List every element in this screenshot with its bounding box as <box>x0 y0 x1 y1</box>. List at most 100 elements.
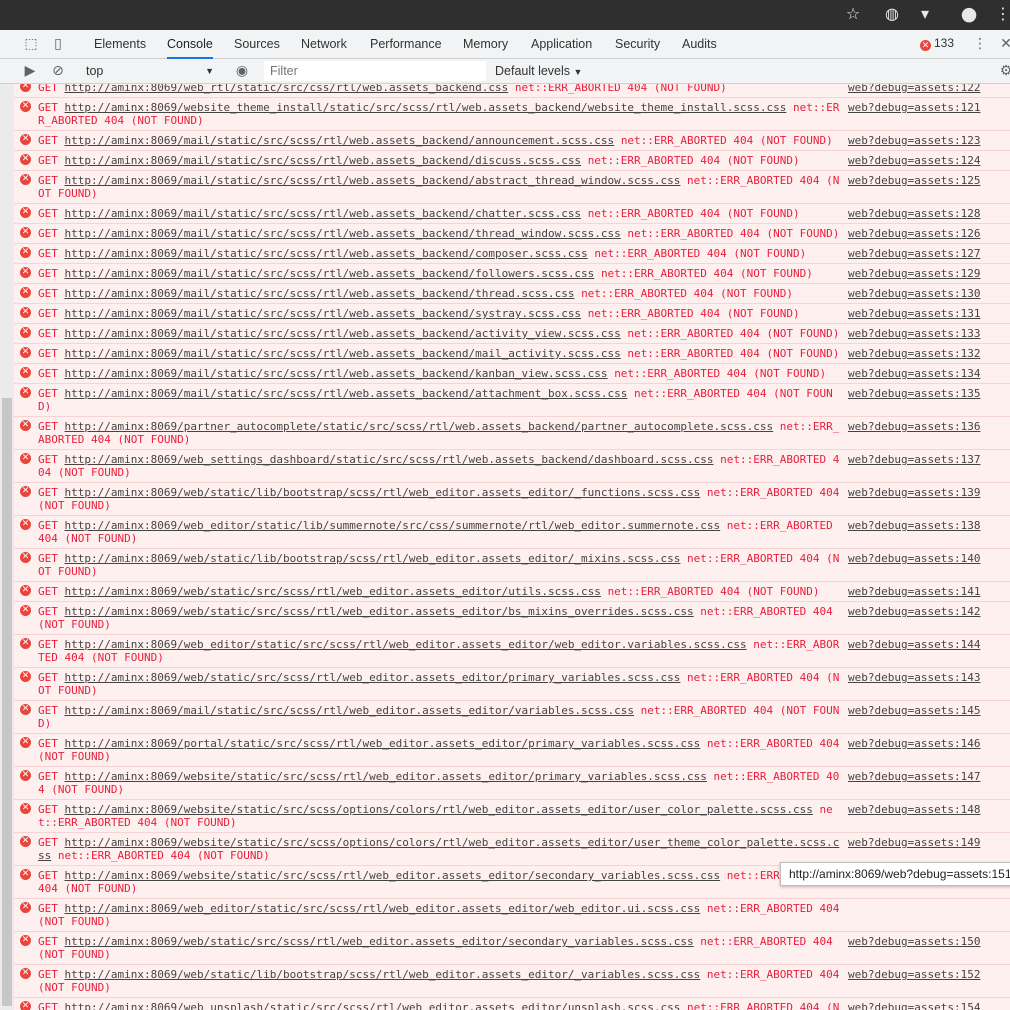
console-filter-input[interactable] <box>264 61 486 81</box>
source-location-link[interactable]: web?debug=assets:154 <box>848 1001 980 1010</box>
request-url-link[interactable]: http://aminx:8069/mail/static/src/scss/r… <box>65 227 621 240</box>
source-location-link[interactable]: web?debug=assets:152 <box>848 968 980 981</box>
inspect-element-icon[interactable]: ⬚ <box>21 34 41 54</box>
tab-network[interactable]: Network <box>301 30 347 59</box>
devtools-menu-icon[interactable]: ⋮ <box>970 34 990 54</box>
console-error-message[interactable]: ✕ GET http://aminx:8069/mail/static/src/s… <box>14 304 1010 324</box>
request-url-link[interactable]: http://aminx:8069/web/static/lib/bootstr… <box>65 486 701 499</box>
close-devtools-icon[interactable]: ✕ <box>996 34 1010 54</box>
request-url-link[interactable]: http://aminx:8069/mail/static/src/scss/r… <box>65 347 621 360</box>
console-error-message[interactable]: ✕ GET http://aminx:8069/mail/static/src/s… <box>14 204 1010 224</box>
request-url-link[interactable]: http://aminx:8069/portal/static/src/scss… <box>65 737 701 750</box>
translate-globe-icon[interactable]: ◍ <box>881 3 903 25</box>
source-location-link[interactable]: web?debug=assets:125 <box>848 174 980 187</box>
console-error-message[interactable]: ✕ GET http://aminx:8069/web/static/lib/bo… <box>14 549 1010 582</box>
live-expression-eye-icon[interactable]: ◉ <box>232 61 252 81</box>
request-url-link[interactable]: http://aminx:8069/web_rtl/static/src/css… <box>65 84 509 94</box>
source-location-link[interactable]: web?debug=assets:146 <box>848 737 980 750</box>
browser-menu-icon[interactable]: ⋮ <box>992 3 1010 25</box>
source-location-link[interactable]: web?debug=assets:150 <box>848 935 980 948</box>
source-location-link[interactable]: web?debug=assets:123 <box>848 134 980 147</box>
request-url-link[interactable]: http://aminx:8069/mail/static/src/scss/r… <box>65 207 582 220</box>
source-location-link[interactable]: web?debug=assets:127 <box>848 247 980 260</box>
request-url-link[interactable]: http://aminx:8069/web/static/lib/bootstr… <box>65 552 681 565</box>
source-location-link[interactable]: web?debug=assets:138 <box>848 519 980 532</box>
tab-elements[interactable]: Elements <box>94 30 146 59</box>
console-error-message[interactable]: ✕ GET http://aminx:8069/web/static/src/sc… <box>14 602 1010 635</box>
device-toolbar-icon[interactable]: ▯ <box>48 34 68 54</box>
request-url-link[interactable]: http://aminx:8069/mail/static/src/scss/r… <box>65 174 681 187</box>
console-error-message[interactable]: ✕ GET http://aminx:8069/web/static/src/sc… <box>14 582 1010 602</box>
request-url-link[interactable]: http://aminx:8069/partner_autocomplete/s… <box>65 420 774 433</box>
request-url-link[interactable]: http://aminx:8069/mail/static/src/scss/r… <box>65 267 595 280</box>
console-error-message[interactable]: ✕ GET http://aminx:8069/web/static/lib/bo… <box>14 965 1010 998</box>
source-location-link[interactable]: web?debug=assets:129 <box>848 267 980 280</box>
console-error-message[interactable]: ✕ GET http://aminx:8069/web/static/lib/bo… <box>14 483 1010 516</box>
source-location-link[interactable]: web?debug=assets:136 <box>848 420 980 433</box>
source-location-link[interactable]: web?debug=assets:145 <box>848 704 980 717</box>
request-url-link[interactable]: http://aminx:8069/website/static/src/scs… <box>65 770 707 783</box>
request-url-link[interactable]: http://aminx:8069/web_editor/static/lib/… <box>65 519 721 532</box>
tab-console[interactable]: Console <box>167 30 213 59</box>
tab-audits[interactable]: Audits <box>682 30 717 59</box>
request-url-link[interactable]: http://aminx:8069/mail/static/src/scss/r… <box>65 154 582 167</box>
request-url-link[interactable]: http://aminx:8069/web_unsplash/static/sr… <box>65 1001 681 1010</box>
request-url-link[interactable]: http://aminx:8069/mail/static/src/scss/r… <box>65 367 608 380</box>
console-error-message[interactable]: ✕ GET http://aminx:8069/web_editor/static… <box>14 516 1010 549</box>
source-location-link[interactable]: web?debug=assets:126 <box>848 227 980 240</box>
console-error-message[interactable]: ✕ GET http://aminx:8069/website/static/sr… <box>14 800 1010 833</box>
request-url-link[interactable]: http://aminx:8069/mail/static/src/scss/r… <box>65 387 628 400</box>
console-error-message[interactable]: ✕ GET http://aminx:8069/mail/static/src/s… <box>14 151 1010 171</box>
source-location-link[interactable]: web?debug=assets:134 <box>848 367 980 380</box>
bookmark-star-icon[interactable]: ☆ <box>842 3 864 25</box>
error-count-badge[interactable]: ✕ 133 <box>920 36 954 51</box>
request-url-link[interactable]: http://aminx:8069/web_settings_dashboard… <box>65 453 714 466</box>
console-error-message[interactable]: ✕ GET http://aminx:8069/mail/static/src/s… <box>14 364 1010 384</box>
source-location-link[interactable]: web?debug=assets:121 <box>848 101 980 114</box>
console-error-message[interactable]: ✕ GET http://aminx:8069/mail/static/src/s… <box>14 264 1010 284</box>
source-location-link[interactable]: web?debug=assets:148 <box>848 803 980 816</box>
console-error-message[interactable]: ✕ GET http://aminx:8069/mail/static/src/s… <box>14 171 1010 204</box>
console-error-message[interactable]: ✕ GET http://aminx:8069/mail/static/src/s… <box>14 224 1010 244</box>
request-url-link[interactable]: http://aminx:8069/web/static/src/scss/rt… <box>65 605 694 618</box>
request-url-link[interactable]: http://aminx:8069/web/static/lib/bootstr… <box>65 968 701 981</box>
tab-sources[interactable]: Sources <box>234 30 280 59</box>
request-url-link[interactable]: http://aminx:8069/mail/static/src/scss/r… <box>65 287 575 300</box>
console-error-message[interactable]: ✕ GET http://aminx:8069/web_editor/static… <box>14 635 1010 668</box>
request-url-link[interactable]: http://aminx:8069/web/static/src/scss/rt… <box>65 935 694 948</box>
source-location-link[interactable]: web?debug=assets:133 <box>848 327 980 340</box>
source-location-link[interactable]: web?debug=assets:142 <box>848 605 980 618</box>
request-url-link[interactable]: http://aminx:8069/web_editor/static/src/… <box>65 638 747 651</box>
console-error-message[interactable]: ✕ GET http://aminx:8069/web/static/src/sc… <box>14 668 1010 701</box>
console-error-message[interactable]: ✕ GET http://aminx:8069/partner_autocompl… <box>14 417 1010 450</box>
request-url-link[interactable]: http://aminx:8069/website/static/src/scs… <box>65 803 813 816</box>
source-location-link[interactable]: web?debug=assets:132 <box>848 347 980 360</box>
request-url-link[interactable]: http://aminx:8069/mail/static/src/scss/r… <box>65 134 615 147</box>
source-location-link[interactable]: web?debug=assets:137 <box>848 453 980 466</box>
source-location-link[interactable]: web?debug=assets:130 <box>848 287 980 300</box>
console-error-message[interactable]: ✕ GET http://aminx:8069/mail/static/src/s… <box>14 284 1010 304</box>
console-error-message[interactable]: ✕ GET http://aminx:8069/mail/static/src/s… <box>14 384 1010 417</box>
scrollbar-thumb[interactable] <box>2 398 12 1006</box>
console-error-message[interactable]: ✕ GET http://aminx:8069/website/static/sr… <box>14 767 1010 800</box>
request-url-link[interactable]: http://aminx:8069/mail/static/src/scss/r… <box>65 247 588 260</box>
request-url-link[interactable]: http://aminx:8069/web/static/src/scss/rt… <box>65 585 601 598</box>
clear-console-icon[interactable]: ⊘ <box>48 61 68 81</box>
source-location-link[interactable]: web?debug=assets:131 <box>848 307 980 320</box>
console-error-message[interactable]: ✕ GET http://aminx:8069/mail/static/src/s… <box>14 344 1010 364</box>
source-location-link[interactable]: web?debug=assets:124 <box>848 154 980 167</box>
source-location-link[interactable]: web?debug=assets:141 <box>848 585 980 598</box>
console-error-message[interactable]: ✕ GET http://aminx:8069/web_settings_dash… <box>14 450 1010 483</box>
request-url-link[interactable]: http://aminx:8069/web/static/src/scss/rt… <box>65 671 681 684</box>
request-url-link[interactable]: http://aminx:8069/mail/static/src/scss/r… <box>65 307 582 320</box>
source-location-link[interactable]: web?debug=assets:144 <box>848 638 980 651</box>
extension-icon[interactable]: ▾ <box>914 3 936 25</box>
console-error-message[interactable]: ✕ GET http://aminx:8069/web_rtl/static/sr… <box>14 84 1010 98</box>
tab-application[interactable]: Application <box>531 30 592 59</box>
console-error-message[interactable]: ✕ GET http://aminx:8069/web/static/src/sc… <box>14 932 1010 965</box>
console-error-message[interactable]: ✕ GET http://aminx:8069/web_editor/static… <box>14 899 1010 932</box>
tab-security[interactable]: Security <box>615 30 660 59</box>
console-settings-gear-icon[interactable]: ⚙ <box>996 61 1010 81</box>
request-url-link[interactable]: http://aminx:8069/website/static/src/scs… <box>65 869 721 882</box>
log-levels-dropdown[interactable]: Default levels ▼ <box>495 61 582 81</box>
